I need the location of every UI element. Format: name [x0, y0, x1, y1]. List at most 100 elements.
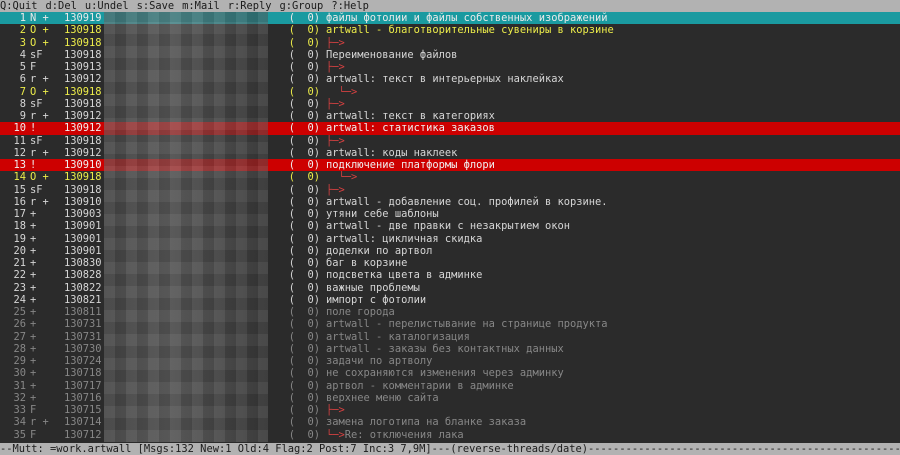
message-date: 130822: [64, 281, 102, 294]
message-subject: баг в корзине: [326, 257, 408, 269]
message-row[interactable]: 21 +130830 ( 0) баг в корзине: [0, 257, 900, 269]
message-number: 24: [13, 293, 26, 306]
message-row[interactable]: 29 +130724 ( 0) задачи по артволу: [0, 355, 900, 367]
message-row[interactable]: 33 F 130715 ( 0) ├─>: [0, 404, 900, 416]
message-row[interactable]: 10! 130912 ( 0) artwall: статистика заказов: [0, 122, 900, 135]
message-flags: F: [30, 428, 37, 441]
message-subject-cell: └─>: [324, 86, 886, 98]
message-row[interactable]: 19 +130901 ( 0) artwall: цикличная скидка: [0, 233, 900, 245]
message-row[interactable]: 20 +130901 ( 0) доделки по артвол: [0, 245, 900, 257]
message-flags: r +: [30, 73, 49, 86]
message-row[interactable]: 22 +130828 ( 0) подсветка цвета в админке: [0, 269, 900, 281]
message-row[interactable]: 17 +130903 ( 0) утяни себе шаблоны: [0, 208, 900, 220]
message-size: ( 0): [288, 146, 320, 159]
message-size: ( 0): [288, 428, 320, 441]
message-row[interactable]: 8 sF 130918 ( 0) ├─>: [0, 98, 900, 110]
message-row[interactable]: 14 O + 130918 ( 0) └─>: [0, 171, 900, 183]
message-subject-cell: ├─>: [324, 98, 886, 110]
message-subject: artwall: текст в интерьерных наклейках: [326, 73, 564, 86]
message-date: 130912: [64, 110, 102, 122]
message-size: ( 0): [288, 367, 320, 380]
message-row[interactable]: 5 F 130913 ( 0) ├─>: [0, 61, 900, 73]
message-flags: O +: [30, 36, 49, 49]
message-date: 130716: [64, 391, 102, 404]
message-row[interactable]: 9 r + 130912 ( 0) artwall: текст в категория…: [0, 110, 900, 122]
message-row[interactable]: 7 O + 130918 ( 0) └─>: [0, 86, 900, 98]
message-row[interactable]: 15 sF 130918 ( 0) ├─>: [0, 184, 900, 196]
message-date: 130918: [64, 183, 102, 196]
message-row[interactable]: 4 sF 130918 ( 0) Переименование файлов: [0, 49, 900, 61]
message-number: 16: [13, 195, 26, 208]
message-size: ( 0): [288, 61, 320, 73]
message-row[interactable]: 27 +130731 ( 0) artwall - каталогизация: [0, 331, 900, 343]
message-date: 130912: [64, 73, 102, 86]
message-subject: Переименование файлов: [326, 48, 458, 61]
message-date: 130901: [64, 232, 102, 245]
message-size: ( 0): [288, 293, 320, 306]
message-subject-cell: artwall: цикличная скидка: [324, 233, 886, 245]
message-row[interactable]: 11 sF 130918 ( 0) ├─>: [0, 135, 900, 147]
message-date: 130901: [64, 220, 102, 233]
message-size: ( 0): [288, 269, 320, 282]
message-row[interactable]: 6 r + 130912 ( 0) artwall: текст в интерьерн…: [0, 73, 900, 85]
message-size: ( 0): [288, 73, 320, 86]
message-date: 130718: [64, 367, 102, 380]
message-number: 26: [13, 318, 26, 331]
message-row[interactable]: 12 r + 130912 ( 0) artwall: коды наклеек: [0, 147, 900, 159]
help-item-5[interactable]: r:Reply: [228, 0, 272, 12]
message-row[interactable]: 13! 130910 ( 0) подключение платформы флори: [0, 159, 900, 172]
message-row[interactable]: 18 +130901 ( 0) artwall - две правки с неза…: [0, 220, 900, 232]
message-row[interactable]: 35 F 130712 ( 0) └─>Re: отключения лака: [0, 429, 900, 441]
message-row[interactable]: 26 +130731 ( 0) artwall - перелистывание на…: [0, 318, 900, 330]
help-item-6[interactable]: g:Group: [280, 0, 324, 12]
message-row[interactable]: 3 O + 130918 ( 0) ├─>: [0, 37, 900, 49]
message-subject: верхнее меню сайта: [326, 391, 439, 404]
message-row[interactable]: 1 N + 130919 ( 0) файлы фотолии и файлы собс…: [0, 12, 900, 25]
help-item-7[interactable]: ?:Help: [331, 0, 369, 12]
message-row[interactable]: 30 +130718 ( 0) не сохраняются изменения че…: [0, 367, 900, 379]
message-date: 130918: [64, 97, 102, 110]
message-row[interactable]: 32 +130716 ( 0) верхнее меню сайта: [0, 392, 900, 404]
message-row[interactable]: 24 +130821 ( 0) импорт с фотолии: [0, 294, 900, 306]
message-row[interactable]: 23 +130822 ( 0) важные проблемы: [0, 282, 900, 294]
message-number: 10: [13, 122, 26, 135]
help-item-3[interactable]: s:Save: [137, 0, 175, 12]
message-size: ( 0): [288, 355, 320, 367]
message-subject-cell: не сохраняются изменения через админку: [324, 367, 886, 379]
message-subject-cell: задачи по артволу: [324, 355, 886, 367]
message-flags: +: [30, 379, 37, 392]
message-row[interactable]: 31 +130717 ( 0) артвол - комментарии в адми…: [0, 380, 900, 392]
message-date: 130912: [64, 146, 102, 159]
help-item-1[interactable]: d:Del: [46, 0, 77, 12]
message-size: ( 0): [288, 159, 320, 171]
message-subject-cell: верхнее меню сайта: [324, 392, 886, 404]
message-date: 130918: [64, 171, 102, 184]
message-subject: artwall: цикличная скидка: [326, 232, 483, 245]
help-item-2[interactable]: u:Undel: [85, 0, 129, 12]
message-date: 130910: [64, 195, 102, 208]
message-subject-cell: ├─>: [324, 135, 886, 147]
message-number: 30: [13, 367, 26, 380]
message-row[interactable]: 28 +130730 ( 0) artwall - заказы без контак…: [0, 343, 900, 355]
message-row[interactable]: 34 r + 130714 ( 0) замена логотипа на бланке…: [0, 416, 900, 428]
message-row[interactable]: 25 +130811 ( 0) поле города: [0, 306, 900, 318]
message-flags: +: [30, 367, 37, 380]
message-row[interactable]: 2 O + 130918 ( 0) artwall - благотворительны…: [0, 24, 900, 36]
message-number: 21: [13, 257, 26, 269]
thread-tree-marker: ├─>: [326, 61, 345, 73]
message-date: 130830: [64, 257, 102, 269]
help-item-0[interactable]: Q:Quit: [0, 0, 38, 12]
message-flags: +: [30, 293, 37, 306]
message-number: 29: [13, 355, 26, 367]
message-flags: O +: [30, 24, 49, 37]
thread-tree-marker: ├─>: [326, 404, 345, 416]
message-size: ( 0): [288, 306, 320, 318]
message-subject: файлы фотолии и файлы собственных изобра…: [326, 12, 608, 24]
message-number: 28: [13, 342, 26, 355]
help-item-4[interactable]: m:Mail: [182, 0, 220, 12]
message-size: ( 0): [288, 36, 320, 49]
message-subject: подключение платформы флори: [326, 159, 495, 171]
message-row[interactable]: 16 r + 130910 ( 0) artwall - добавление соц.…: [0, 196, 900, 208]
message-size: ( 0): [288, 232, 320, 245]
message-subject: доделки по артвол: [326, 244, 433, 257]
